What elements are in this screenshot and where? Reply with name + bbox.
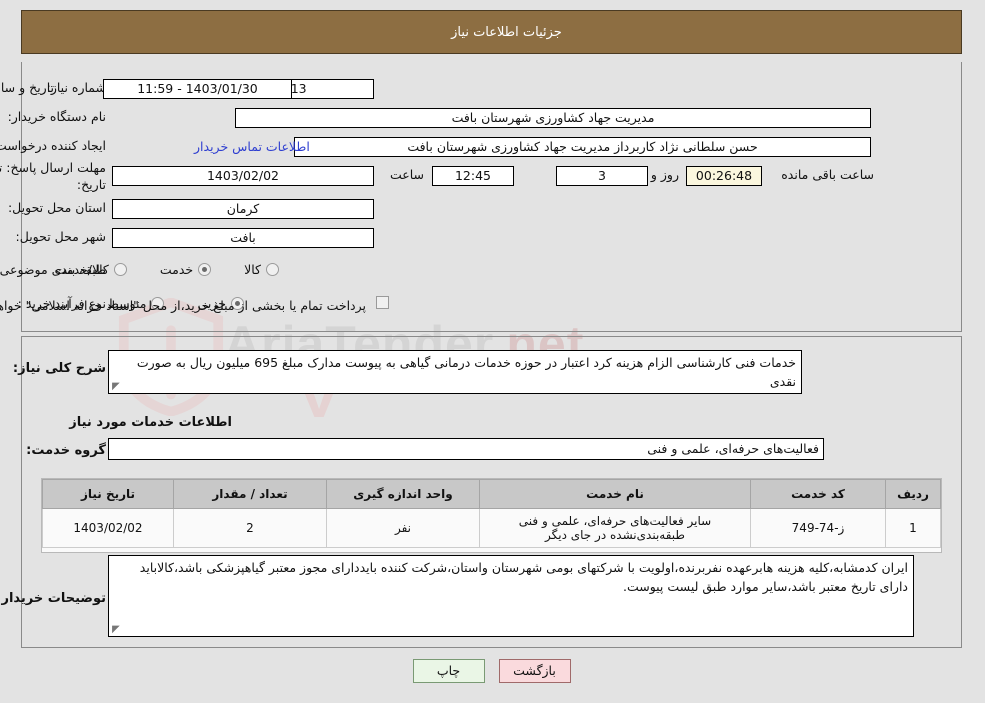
services-section-heading: اطلاعات خدمات مورد نیاز [70, 415, 233, 430]
description-textarea[interactable]: خدمات فنی کارشناسی الزام هزینه کرد اعتبا… [109, 350, 803, 394]
category-label-0: کالا [245, 262, 262, 277]
creator-field-row: حسن سلطانی نژاد کاربرداز مدیریت جهاد کشا… [295, 137, 872, 157]
buyer-contact-link[interactable]: اطلاعات تماس خریدار [195, 139, 311, 154]
cell-code: ز-74-749 [751, 508, 887, 548]
description-text: خدمات فنی کارشناسی الزام هزینه کرد اعتبا… [137, 355, 797, 389]
city-field-row: بافت [113, 228, 375, 248]
announce-label-row: تاریخ و ساعت اعلان عمومی: [0, 80, 375, 95]
category-option-1[interactable]: خدمت [160, 262, 213, 277]
deadline-label-row: مهلت ارسال پاسخ: تا تاریخ: [0, 160, 107, 192]
time-label: ساعت [390, 167, 425, 182]
category-radio-2[interactable] [114, 263, 128, 276]
announce-datetime-label: تاریخ و ساعت اعلان عمومی: [0, 80, 55, 95]
services-table: ردیف کد خدمت نام خدمت واحد اندازه گیری ت… [43, 479, 942, 548]
buyer-notes-label: توضیحات خریدار: [0, 591, 107, 606]
category-option-2[interactable]: کالا/خدمت [55, 262, 128, 277]
days-field-row: 3 [557, 166, 649, 186]
countdown-label-row: ساعت باقی مانده [782, 167, 875, 182]
deadline-date-field-row: 1403/02/02 [113, 166, 375, 186]
buyer-org-label: نام دستگاه خریدار: [8, 109, 107, 124]
print-button[interactable]: چاپ [413, 659, 486, 683]
announce-datetime-field[interactable]: 1403/01/30 - 11:59 [104, 79, 293, 99]
need-number-label-row: شماره نیاز: [48, 80, 107, 95]
province-field[interactable]: کرمان [113, 199, 375, 219]
countdown-field-row: 00:26:48 [687, 166, 763, 186]
service-group-field-row: فعالیت‌های حرفه‌ای، علمی و فنی [109, 438, 825, 460]
button-bar: بازگشت چاپ [0, 659, 985, 683]
back-button[interactable]: بازگشت [499, 659, 572, 683]
cell-date: 1403/02/02 [43, 508, 175, 548]
service-group-field[interactable]: فعالیت‌های حرفه‌ای، علمی و فنی [109, 438, 825, 460]
announce-field-row: 1403/01/30 - 11:59 [104, 79, 293, 99]
creator-label: ایجاد کننده درخواست: [0, 138, 107, 153]
resize-grip-icon-notes[interactable]: ◥ [113, 624, 123, 635]
table-row[interactable]: 1 ز-74-749 سایر فعالیت‌های حرفه‌ای، علمی و… [43, 508, 942, 548]
col-header-qty: تعداد / مقدار [174, 479, 328, 509]
countdown-label: ساعت باقی مانده [782, 167, 875, 182]
category-option-0[interactable]: کالا [245, 262, 280, 277]
category-radio-1[interactable] [199, 263, 213, 276]
time-field[interactable]: 12:45 [433, 166, 515, 186]
need-info-panel [22, 62, 963, 332]
creator-label-row: ایجاد کننده درخواست: [0, 138, 107, 153]
need-number-label: شماره نیاز: [47, 80, 107, 95]
city-label-row: شهر محل تحویل: [17, 229, 107, 244]
creator-field[interactable]: حسن سلطانی نژاد کاربرداز مدیریت جهاد کشا… [295, 137, 872, 157]
deadline-label-line1: مهلت ارسال پاسخ: تا [0, 160, 107, 175]
contact-link-row: اطلاعات تماس خریدار [195, 139, 311, 154]
buyer-org-field-row: مدیریت جهاد کشاورزی شهرستان بافت [236, 108, 872, 128]
page-root: V AriaTender.net جزئیات اطلاعات نیاز شما… [0, 0, 985, 703]
col-header-date: تاریخ نیاز [43, 479, 175, 509]
col-header-radif: ردیف [886, 479, 942, 509]
table-header-row: ردیف کد خدمت نام خدمت واحد اندازه گیری ت… [43, 479, 942, 509]
treasury-text-row: پرداخت تمام یا بخشی از مبلغ خرید،از محل … [0, 298, 367, 313]
page-header: جزئیات اطلاعات نیاز [22, 10, 963, 54]
buyer-notes-textarea[interactable]: ایران کدمشابه،کلیه هزینه هابرعهده نفربرن… [109, 555, 915, 637]
resize-grip-icon[interactable]: ◥ [113, 381, 123, 392]
days-label-row: روز و [652, 167, 680, 182]
buyer-notes-text: ایران کدمشابه،کلیه هزینه هابرعهده نفربرن… [140, 560, 909, 594]
province-label: استان محل تحویل: [8, 200, 107, 215]
service-group-label: گروه خدمت: [27, 443, 107, 458]
city-label: شهر محل تحویل: [16, 229, 107, 244]
buyer-org-field[interactable]: مدیریت جهاد کشاورزی شهرستان بافت [236, 108, 872, 128]
buyer-org-label-row: نام دستگاه خریدار: [9, 109, 107, 124]
description-label: شرح کلی نیاز: [13, 361, 107, 376]
category-radio-group[interactable]: کالا خدمت کالا/خدمت [27, 262, 280, 277]
category-radio-0[interactable] [267, 263, 280, 276]
time-field-row: 12:45 [433, 166, 515, 186]
cell-unit: نفر [327, 508, 481, 548]
treasury-checkbox-row[interactable] [377, 296, 390, 309]
cell-qty: 2 [174, 508, 328, 548]
countdown-field: 00:26:48 [687, 166, 763, 186]
treasury-text: پرداخت تمام یا بخشی از مبلغ خرید،از محل … [0, 298, 367, 313]
days-field[interactable]: 3 [557, 166, 649, 186]
page-title: جزئیات اطلاعات نیاز [452, 24, 563, 40]
cell-name: سایر فعالیت‌های حرفه‌ای، علمی و فنی طبقه… [480, 508, 752, 548]
col-header-code: کد خدمت [751, 479, 887, 509]
treasury-checkbox[interactable] [377, 296, 390, 309]
deadline-date-field[interactable]: 1403/02/02 [113, 166, 375, 186]
days-label: روز و [651, 167, 680, 182]
services-table-wrap: ردیف کد خدمت نام خدمت واحد اندازه گیری ت… [42, 478, 943, 553]
deadline-label-line2: تاریخ: [77, 177, 107, 192]
province-label-row: استان محل تحویل: [9, 200, 107, 215]
city-field[interactable]: بافت [113, 228, 375, 248]
cell-radif: 1 [886, 508, 942, 548]
col-header-name: نام خدمت [480, 479, 752, 509]
category-label-2: کالا/خدمت [55, 262, 110, 277]
col-header-unit: واحد اندازه گیری [327, 479, 481, 509]
province-field-row: کرمان [113, 199, 375, 219]
time-label-row: ساعت [391, 167, 425, 182]
category-label-1: خدمت [160, 262, 195, 277]
